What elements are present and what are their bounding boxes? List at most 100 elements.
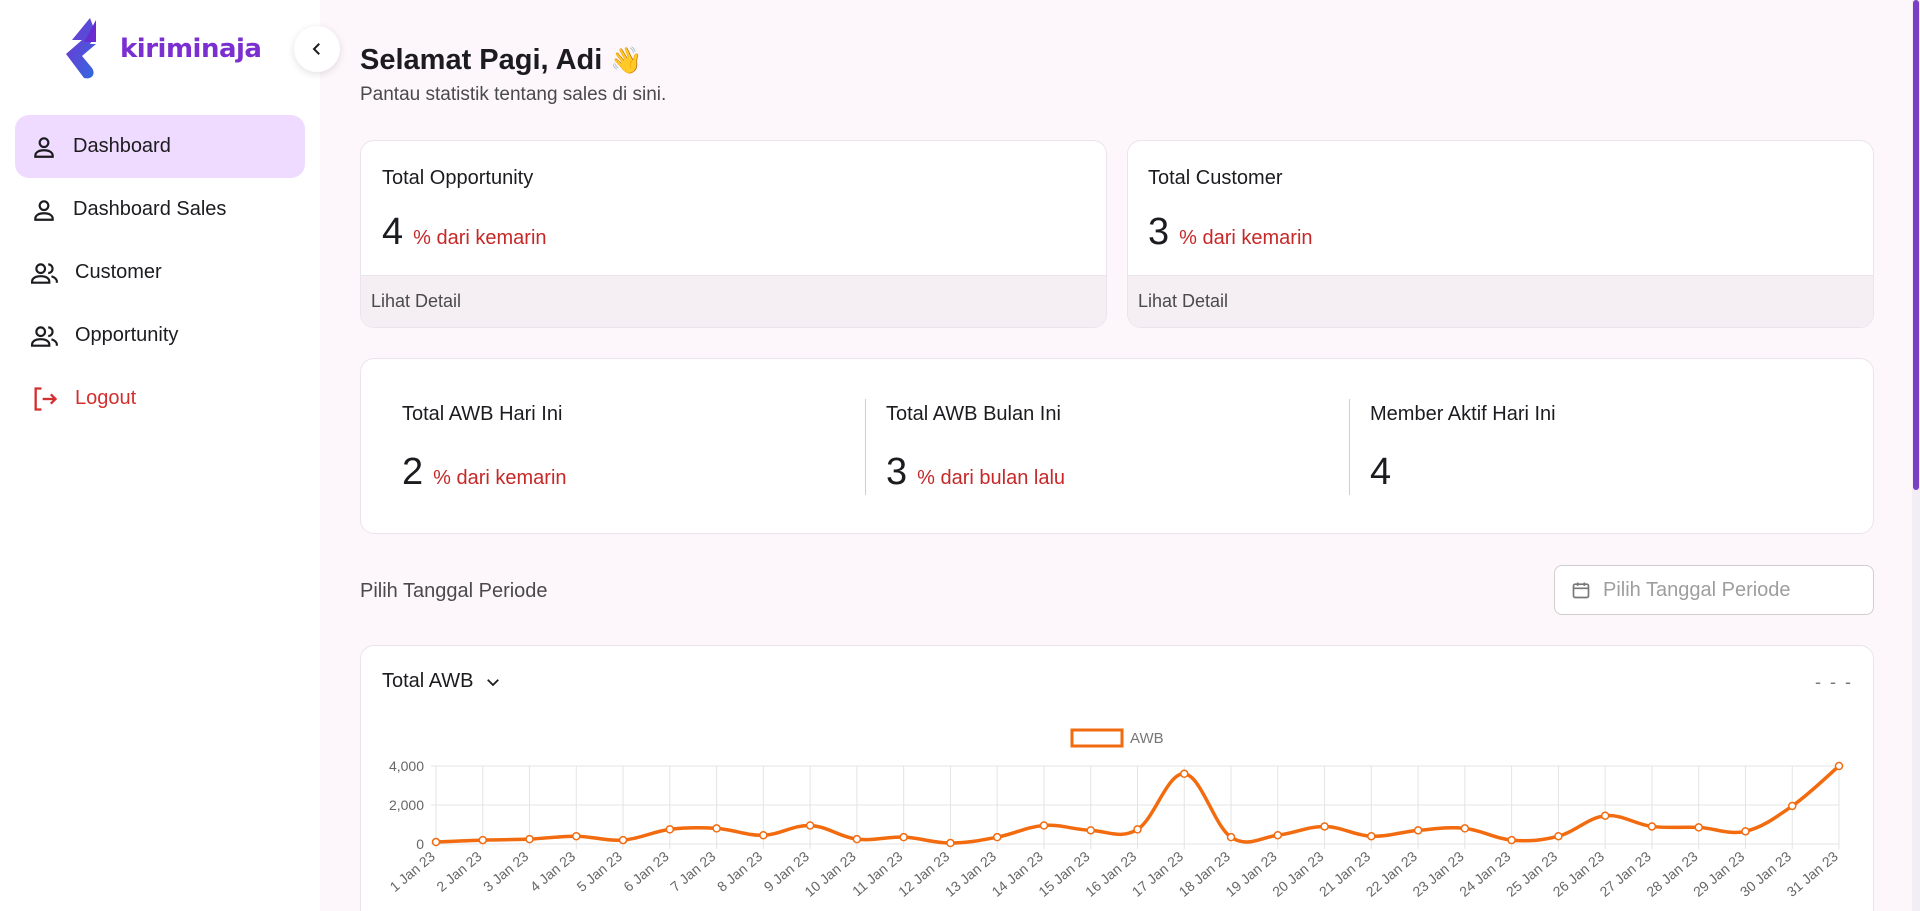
data-point (1367, 831, 1376, 841)
y-tick-label: 4,000 (389, 758, 424, 774)
stat-value: 3 (886, 451, 908, 493)
page-subtitle: Pantau statistik tentang sales di sini. (360, 84, 667, 105)
x-tick-label: 22 Jan 23 (1363, 848, 1421, 900)
data-point (1787, 801, 1797, 811)
stat-value: 2 (402, 451, 424, 493)
data-point (1039, 821, 1049, 830)
x-tick-label: 25 Jan 23 (1503, 848, 1561, 900)
data-point (759, 830, 768, 840)
brand-name: kiriminaja (120, 34, 262, 64)
sidebar-nav: Dashboard Dashboard Sales Customer Oppor… (15, 115, 305, 430)
awb-chart-card: Total AWB - - - 0 2,000 4,000 AWB 1 Jan 23 2 … (360, 645, 1874, 911)
stat-title: Member Aktif Hari Ini (1370, 403, 1556, 425)
y-tick-label: 0 (416, 836, 424, 852)
data-point (478, 835, 488, 845)
x-tick-label: 14 Jan 23 (988, 848, 1046, 900)
sidebar-item-dashboard[interactable]: Dashboard (15, 115, 305, 178)
sidebar-item-customer[interactable]: Customer (15, 241, 305, 304)
stat-title: Total AWB Bulan Ini (886, 403, 1061, 425)
logout-icon (34, 386, 58, 411)
brand-logo[interactable]: kiriminaja (62, 18, 262, 80)
scrollbar-thumb[interactable] (1913, 0, 1919, 490)
page-scrollbar[interactable] (1912, 0, 1920, 911)
x-tick-label: 8 Jan 23 (714, 848, 766, 895)
collapse-sidebar-button[interactable] (294, 26, 340, 72)
sidebar-item-opportunity[interactable]: Opportunity (15, 304, 305, 367)
stat-divider (1349, 399, 1350, 495)
legend-label: AWB (1130, 730, 1164, 747)
x-tick-label: 13 Jan 23 (942, 848, 1000, 900)
data-point (1320, 822, 1329, 831)
stat-value-row: 4 (1370, 451, 1391, 494)
total-customer-card: Total Customer 3 % dari kemarin Lihat De… (1127, 140, 1874, 328)
x-tick-label: 16 Jan 23 (1082, 848, 1140, 900)
person-icon (34, 199, 54, 221)
card-value: 3 (1148, 211, 1170, 253)
awb-line-chart: 0 2,000 4,000 AWB 1 Jan 232 Jan 233 Jan 234 … (386, 728, 1844, 900)
x-tick-label: 24 Jan 23 (1456, 848, 1514, 900)
view-detail-link[interactable]: Lihat Detail (1128, 275, 1873, 327)
x-tick-label: 28 Jan 23 (1643, 848, 1701, 900)
data-point (805, 821, 815, 830)
sidebar-item-label: Dashboard (73, 135, 171, 157)
card-value-row: 3 % dari kemarin (1148, 211, 1313, 254)
data-point (992, 832, 1002, 842)
greeting-text: Selamat Pagi, Adi (360, 44, 603, 76)
card-value-row: 4 % dari kemarin (382, 211, 547, 254)
view-detail-link[interactable]: Lihat Detail (361, 275, 1106, 327)
stat-title: Total AWB Hari Ini (402, 403, 563, 425)
data-point (1273, 830, 1283, 840)
x-tick-label: 3 Jan 23 (480, 848, 532, 895)
y-tick-label: 2,000 (389, 797, 424, 813)
x-tick-label: 21 Jan 23 (1316, 848, 1374, 900)
x-tick-label: 30 Jan 23 (1737, 848, 1795, 900)
card-title: Total Opportunity (382, 167, 534, 189)
data-point (572, 831, 581, 841)
sidebar-item-dashboard-sales[interactable]: Dashboard Sales (15, 178, 305, 241)
x-tick-label: 5 Jan 23 (574, 848, 626, 895)
page-title: Selamat Pagi, Adi 👋 (360, 44, 643, 77)
waving-hand-emoji: 👋 (610, 45, 643, 75)
person-icon (34, 136, 54, 158)
date-period-field[interactable] (1554, 565, 1874, 615)
data-point (1086, 826, 1095, 835)
x-tick-label: 27 Jan 23 (1596, 848, 1654, 900)
data-point (525, 834, 534, 844)
stat-value-row: 2 % dari kemarin (402, 451, 567, 494)
data-point (1180, 769, 1189, 779)
x-tick-label: 4 Jan 23 (527, 848, 579, 895)
chevron-left-icon (312, 43, 320, 55)
sidebar-item-label: Opportunity (75, 324, 179, 346)
stat-value: 4 (1370, 451, 1392, 493)
x-tick-label: 2 Jan 23 (433, 848, 485, 895)
data-point (1694, 823, 1703, 832)
logout-button[interactable]: Logout (15, 367, 305, 430)
data-point (1600, 811, 1610, 820)
calendar-icon (1572, 582, 1590, 599)
x-tick-label: 31 Jan 23 (1784, 848, 1842, 900)
x-tick-label: 1 Jan 23 (386, 848, 438, 895)
data-point (1741, 827, 1750, 836)
data-point (1413, 826, 1423, 835)
awb-stats-card: Total AWB Hari Ini 2 % dari kemarin Tota… (360, 358, 1874, 534)
sidebar: kiriminaja Dashboard Dashboard Sales Cus… (0, 0, 320, 911)
card-value: 4 (382, 211, 404, 253)
kiriminaja-logo-icon (66, 18, 96, 79)
date-period-input[interactable] (1603, 578, 1853, 602)
x-tick-label: 10 Jan 23 (801, 848, 859, 900)
x-tick-label: 29 Jan 23 (1690, 848, 1748, 900)
period-label: Pilih Tanggal Periode (360, 580, 548, 602)
sidebar-item-label: Dashboard Sales (73, 198, 227, 220)
card-title: Total Customer (1148, 167, 1283, 189)
data-point (946, 838, 955, 848)
data-point (1507, 835, 1516, 845)
stat-change: % dari bulan lalu (917, 467, 1066, 489)
x-tick-label: 6 Jan 23 (620, 848, 672, 895)
data-point (618, 835, 628, 845)
data-point (1460, 824, 1470, 833)
x-tick-label: 26 Jan 23 (1550, 848, 1608, 900)
logout-label: Logout (75, 387, 137, 409)
x-tick-label: 18 Jan 23 (1176, 848, 1234, 900)
data-point (1554, 831, 1563, 841)
data-point (1133, 825, 1142, 834)
